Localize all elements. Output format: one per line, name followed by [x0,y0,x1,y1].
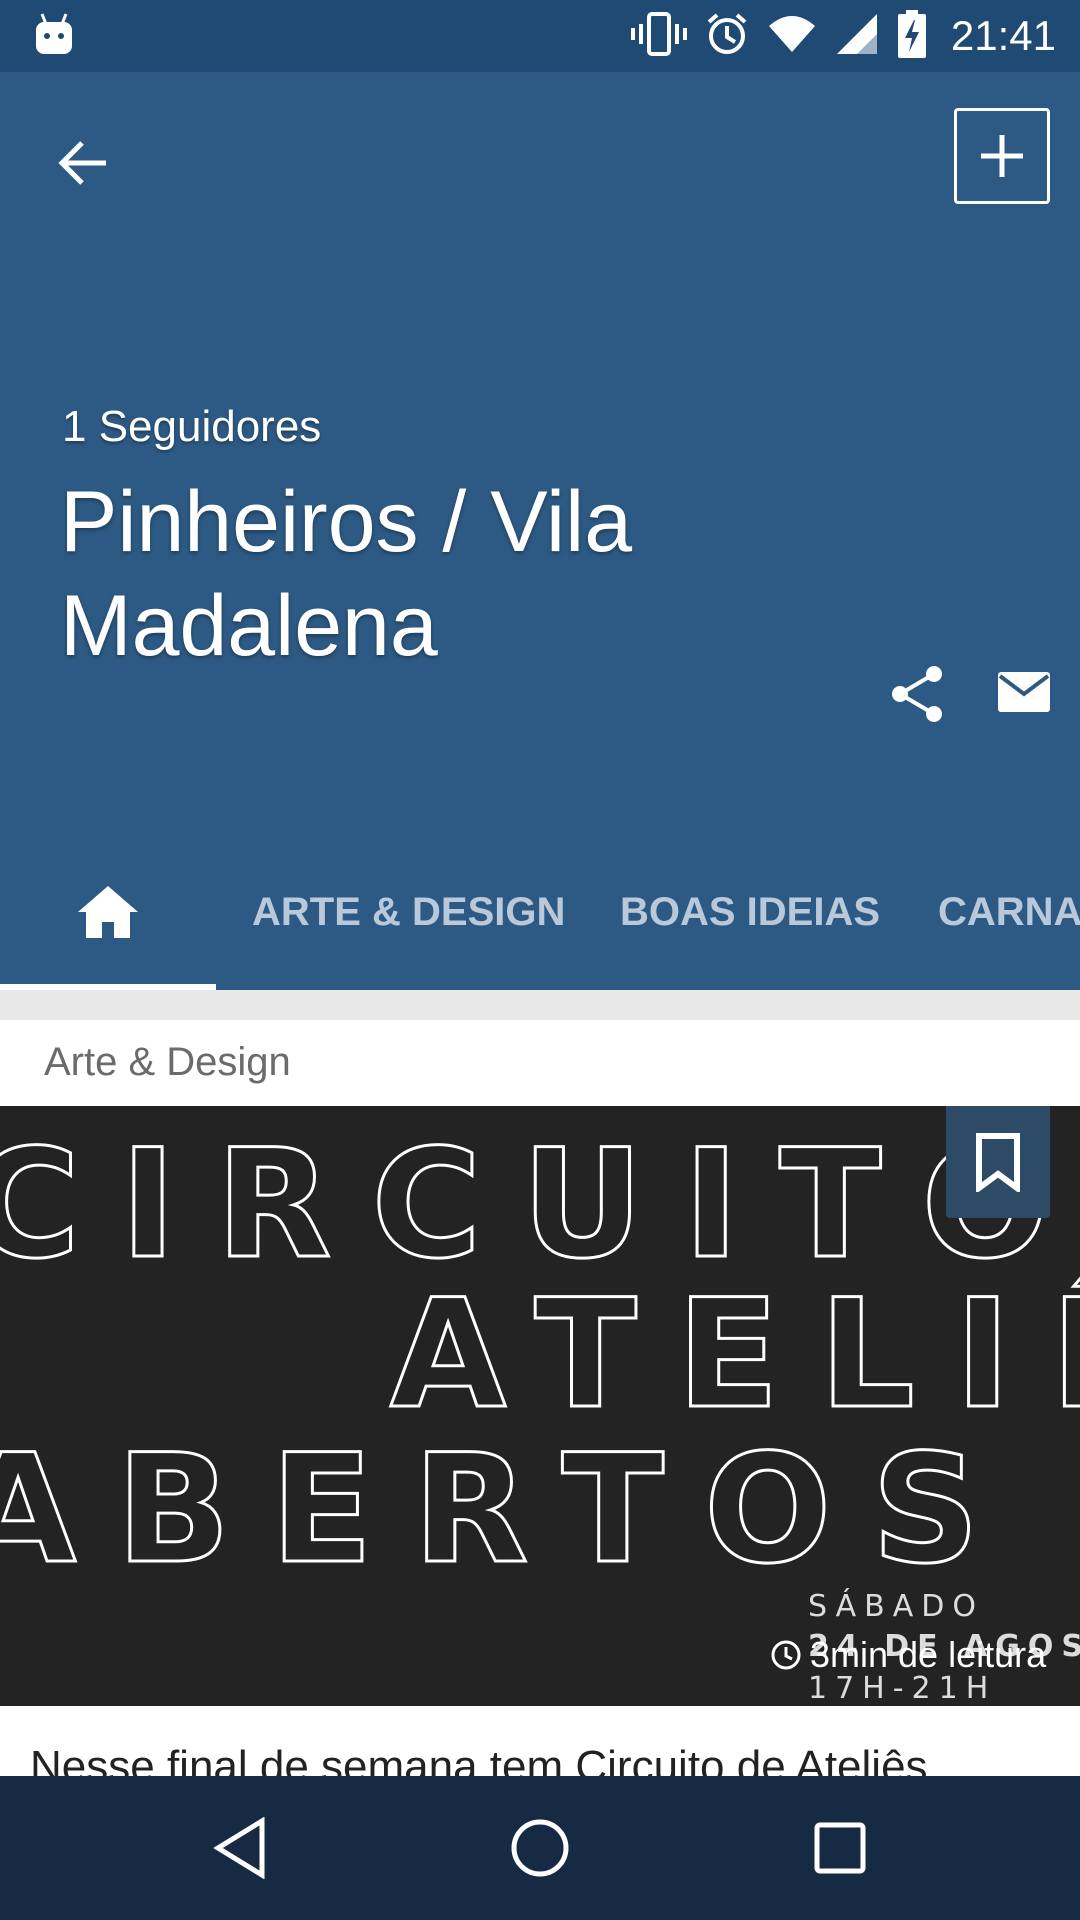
android-icon [34,12,74,56]
status-bar: 21:41 [0,0,1080,72]
circle-home-icon [511,1819,569,1877]
battery-charging-icon [897,9,927,63]
follow-button[interactable] [954,108,1050,204]
wifi-icon [767,14,817,59]
content-gap [0,990,1080,1020]
hero-line-2: ATELIÊS [390,1267,1080,1442]
page-title: Pinheiros / Vila Madalena [60,474,633,674]
share-icon [892,666,942,722]
article-image[interactable]: CIRCUITO ATELIÊS ABERTOS SÁBADO 24 DE AG… [0,1106,1080,1706]
alarm-icon [705,12,749,61]
nav-back-button[interactable] [204,1812,276,1884]
home-icon [78,886,138,938]
bookmark-button[interactable] [946,1106,1050,1218]
nav-recents-button[interactable] [804,1812,876,1884]
category-tabs: ARTE & DESIGN BOAS IDEIAS CARNAVAL [0,834,1080,990]
bookmark-icon [976,1133,1020,1192]
mail-icon [998,672,1050,712]
read-time-label: 3min de leitura [810,1634,1047,1675]
hero-line-3: ABERTOS [0,1423,1020,1597]
tab-carnaval[interactable]: CARNAVAL [938,834,1080,990]
tab-boas-ideias[interactable]: BOAS IDEIAS [620,834,880,990]
article-category: Arte & Design [44,1040,291,1084]
clock-icon [771,1640,801,1670]
read-time: 3min de leitura [770,1634,1046,1676]
vibrate-icon [630,10,687,63]
triangle-back-icon [213,1817,265,1879]
email-button[interactable] [996,668,1052,720]
add-icon [981,135,1023,177]
signal-icon [835,12,879,61]
nav-home-button[interactable] [504,1812,576,1884]
hero-line-1: CIRCUITO [0,1118,1080,1292]
square-recents-icon [814,1822,866,1874]
back-arrow-icon [58,141,106,185]
tab-arte-design[interactable]: ARTE & DESIGN [252,834,565,990]
system-nav-bar [0,1776,1080,1920]
followers-count: 1 Seguidores [62,402,322,451]
back-button[interactable] [48,127,120,199]
clock: 21:41 [950,12,1056,59]
hero-day: SÁBADO [808,1588,984,1624]
share-button[interactable] [888,664,948,724]
hero-hours: 17H-21H [808,1671,996,1706]
tab-home[interactable] [0,834,216,990]
